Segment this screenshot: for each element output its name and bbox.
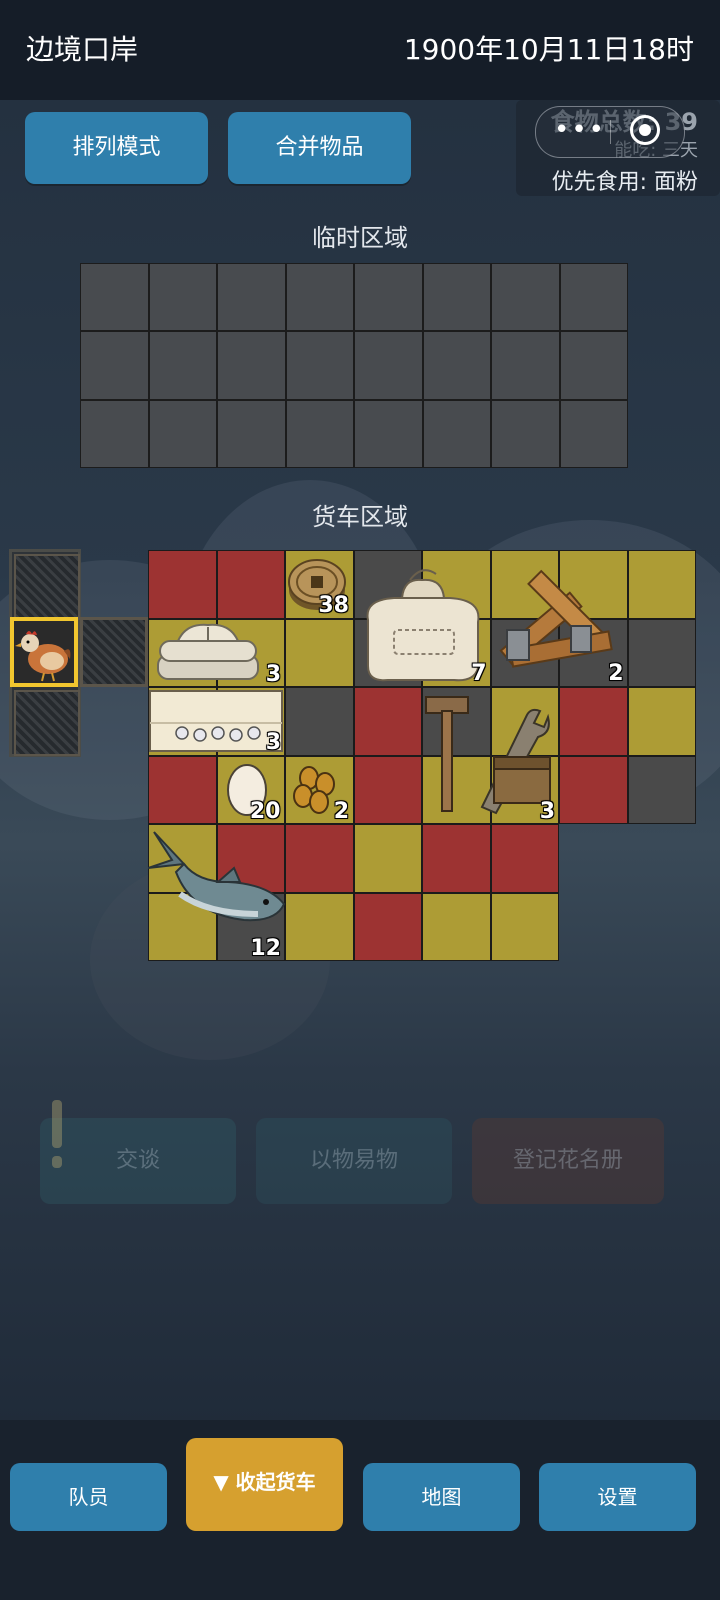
flour-sack-icon (366, 569, 479, 682)
coin-item[interactable]: 38 (285, 550, 353, 618)
fish-count: 12 (250, 936, 281, 961)
flour-sack-item[interactable]: 7 (354, 560, 491, 686)
top-bar: 边境口岸 1900年10月11日18时 (0, 0, 720, 100)
temp-slot[interactable] (559, 331, 628, 400)
temp-slot[interactable] (491, 399, 560, 468)
temp-slot[interactable] (80, 331, 149, 400)
wood-planks-icon (498, 569, 613, 668)
cart-slot[interactable] (353, 892, 422, 961)
miniprogram-capsule: ••• (535, 106, 685, 158)
cart-slot[interactable] (353, 755, 422, 824)
hen-icon (15, 631, 71, 682)
cart-slot[interactable] (490, 824, 559, 893)
wood-planks-item[interactable]: 2 (491, 560, 628, 686)
temp-slot[interactable] (491, 263, 560, 332)
more-icon[interactable]: ••• (554, 115, 606, 145)
food-preferred[interactable]: 优先食用: 面粉 (552, 164, 698, 196)
cart-slot[interactable] (559, 755, 628, 824)
cloth-item[interactable]: 3 (148, 619, 285, 687)
members-button[interactable]: 队员 (10, 1463, 167, 1531)
cart-slot[interactable] (422, 824, 491, 893)
cart-slot[interactable] (285, 892, 354, 961)
cage-side-slot[interactable] (80, 617, 148, 687)
temp-slot[interactable] (285, 331, 354, 400)
talk-button-bg: 交谈 (40, 1118, 236, 1204)
cart-slot[interactable] (148, 755, 217, 824)
fabric-buttons-count: 3 (265, 730, 281, 755)
cart-area-title: 货车区域 (312, 503, 408, 531)
cart-slot[interactable] (353, 824, 422, 893)
temp-slot[interactable] (422, 331, 491, 400)
seeds-item[interactable]: 2 (285, 756, 353, 824)
temp-slot[interactable] (80, 399, 149, 468)
temp-slot[interactable] (80, 263, 149, 332)
fabric-buttons-icon (149, 690, 283, 752)
temp-slot[interactable] (285, 263, 354, 332)
cart-slot[interactable] (148, 550, 217, 619)
hen-slot-selected[interactable] (10, 617, 78, 687)
settings-button[interactable]: 设置 (539, 1463, 696, 1531)
cart-slot[interactable] (285, 687, 354, 756)
temp-slot[interactable] (559, 263, 628, 332)
cart-slot[interactable] (422, 892, 491, 961)
temp-slot[interactable] (354, 399, 423, 468)
cage-slot[interactable] (14, 554, 80, 620)
egg-item[interactable]: 20 (217, 756, 285, 824)
sort-mode-button[interactable]: 排列模式 (25, 112, 208, 184)
barter-button-bg: 以物易物 (256, 1118, 452, 1204)
wood-planks-count: 2 (608, 661, 624, 686)
location-title: 边境口岸 (26, 33, 139, 66)
cloth-icon (157, 623, 259, 680)
capsule-divider (610, 120, 611, 144)
temp-slot[interactable] (217, 263, 286, 332)
tools-count: 3 (539, 799, 555, 824)
temp-slot[interactable] (217, 399, 286, 468)
collapse-cart-button[interactable]: ▼ 收起货车 (186, 1438, 343, 1531)
map-button[interactable]: 地图 (363, 1463, 520, 1531)
temp-area-title: 临时区域 (312, 224, 408, 252)
temp-slot[interactable] (559, 399, 628, 468)
temp-slot[interactable] (148, 263, 217, 332)
temp-slot[interactable] (217, 331, 286, 400)
fish-item[interactable]: 12 (147, 824, 286, 961)
cloth-count: 3 (265, 661, 281, 687)
tools-icon (425, 696, 551, 815)
temp-slot[interactable] (148, 399, 217, 468)
close-target-icon[interactable] (630, 115, 660, 145)
cart-slot[interactable] (216, 550, 285, 619)
temp-slot[interactable] (354, 331, 423, 400)
cart-slot[interactable] (285, 618, 354, 687)
game-datetime: 1900年10月11日18时 (403, 33, 694, 66)
cart-slot[interactable] (353, 687, 422, 756)
tools-item[interactable]: 3 (422, 687, 559, 824)
temp-area-grid[interactable] (80, 263, 628, 468)
temp-slot[interactable] (354, 263, 423, 332)
cart-slot[interactable] (559, 687, 628, 756)
temp-slot[interactable] (422, 263, 491, 332)
cart-slot[interactable] (627, 550, 696, 619)
exclamation-icon (52, 1100, 62, 1168)
cart-slot[interactable] (490, 892, 559, 961)
egg-count: 20 (249, 798, 281, 824)
cart-slot[interactable] (627, 755, 696, 824)
cart-slot[interactable] (627, 618, 696, 687)
temp-slot[interactable] (491, 331, 560, 400)
seeds-count: 2 (333, 798, 349, 824)
register-button-bg: 登记花名册 (472, 1118, 664, 1204)
fabric-buttons-item[interactable]: 3 (148, 687, 285, 755)
temp-slot[interactable] (422, 399, 491, 468)
temp-slot[interactable] (148, 331, 217, 400)
cage-slot[interactable] (14, 690, 80, 756)
coin-count: 38 (318, 593, 349, 618)
temp-slot[interactable] (285, 399, 354, 468)
flour-sack-count: 7 (471, 661, 487, 686)
cart-slot[interactable] (285, 824, 354, 893)
merge-items-button[interactable]: 合并物品 (228, 112, 411, 184)
cart-slot[interactable] (627, 687, 696, 756)
